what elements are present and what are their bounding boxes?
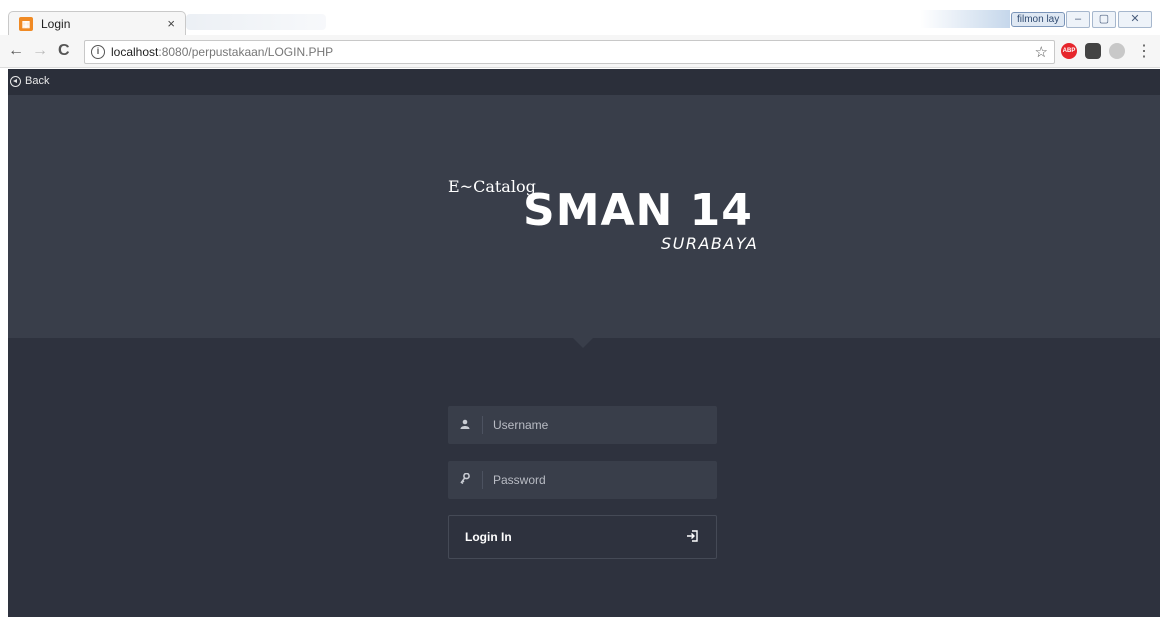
tab-title: Login <box>41 16 71 31</box>
user-icon <box>448 419 482 432</box>
minimize-button[interactable]: – <box>1066 11 1090 28</box>
username-input[interactable] <box>483 406 717 444</box>
calendar-favicon-icon: ▦ <box>19 16 33 31</box>
logo-school-name: SMAN 14 <box>523 185 753 236</box>
top-bar: Back <box>8 69 1160 95</box>
circle-arrow-left-icon <box>10 75 21 87</box>
back-label: Back <box>25 75 50 87</box>
sign-in-icon <box>686 529 698 545</box>
maximize-button[interactable]: ▢ <box>1092 11 1116 28</box>
password-input[interactable] <box>483 461 717 499</box>
reload-icon[interactable]: C <box>58 42 70 60</box>
background-tab[interactable] <box>186 14 326 30</box>
address-bar[interactable]: i localhost:8080/perpustakaan/LOGIN.PHP … <box>84 40 1055 64</box>
key-icon <box>448 472 482 487</box>
adblock-extension-icon[interactable]: ABP <box>1061 43 1077 59</box>
browser-menu-icon[interactable]: ⋮ <box>1136 41 1152 61</box>
forward-arrow-icon[interactable]: → <box>32 42 48 60</box>
logo-city: SURABAYA <box>661 234 759 253</box>
info-icon[interactable]: i <box>91 45 105 59</box>
extension-puzzle-icon[interactable] <box>1109 43 1125 59</box>
bookmark-star-icon[interactable]: ☆ <box>1035 43 1048 61</box>
browser-tab[interactable]: ▦ Login × <box>8 11 186 35</box>
url-text[interactable]: localhost:8080/perpustakaan/LOGIN.PHP <box>111 45 333 59</box>
username-field[interactable] <box>448 406 717 444</box>
back-arrow-icon[interactable]: ← <box>8 42 24 60</box>
profile-badge[interactable]: filmon lay <box>1011 12 1066 27</box>
browser-toolbar: ← → C i localhost:8080/perpustakaan/LOGI… <box>0 35 1160 68</box>
titlebar-blur <box>920 10 1010 28</box>
login-page: Back E~Catalog SMAN 14 SURABAYA Login In <box>8 69 1160 617</box>
browser-titlebar: ▦ Login × filmon lay – ▢ ✕ <box>0 0 1160 35</box>
close-window-button[interactable]: ✕ <box>1118 11 1152 28</box>
login-button[interactable]: Login In <box>448 515 717 559</box>
login-button-label: Login In <box>465 530 512 544</box>
school-logo: E~Catalog SMAN 14 SURABAYA <box>448 177 808 267</box>
password-field[interactable] <box>448 461 717 499</box>
hero-pointer <box>573 338 593 348</box>
extension-icon[interactable] <box>1085 43 1101 59</box>
back-link[interactable]: Back <box>10 75 49 87</box>
tab-close-icon[interactable]: × <box>167 16 175 31</box>
